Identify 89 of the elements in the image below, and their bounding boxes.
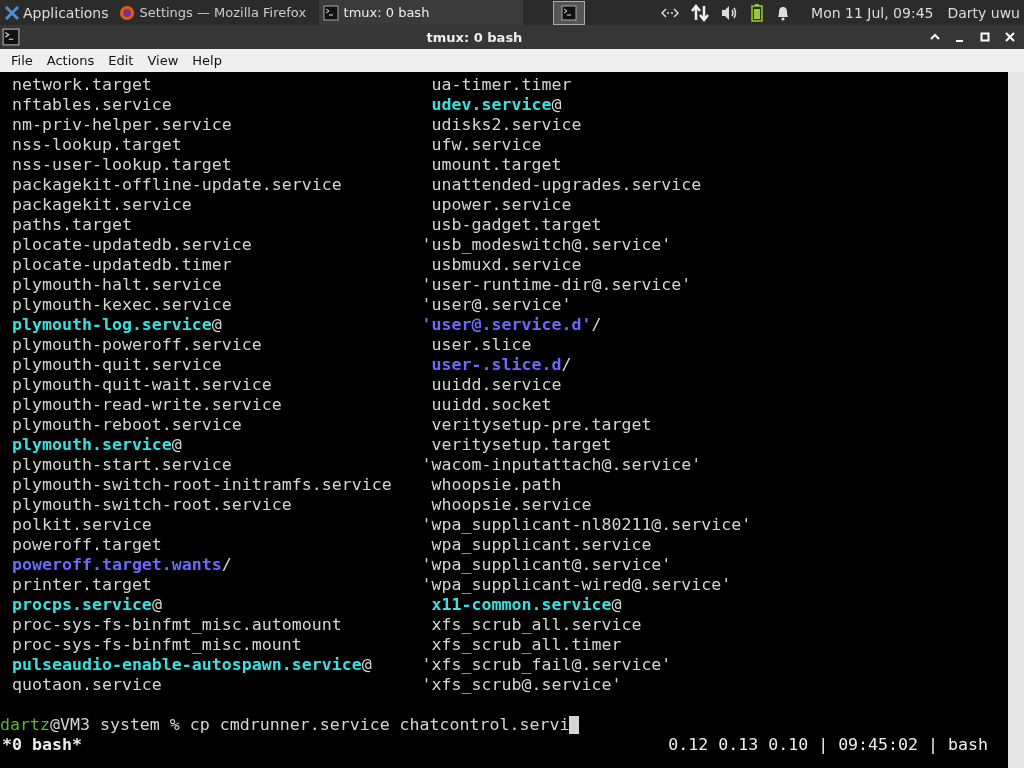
file-entry: quotaon.service	[12, 675, 163, 695]
file-entry: udev.service@	[430, 95, 563, 115]
file-entry: usbmuxd.service	[430, 255, 583, 275]
file-entry: plymouth-kexec.service	[12, 295, 233, 315]
tmux-status-info: 0.12 0.13 0.10 | 09:45:02 | bash	[668, 735, 988, 755]
maximize-icon[interactable]	[979, 31, 991, 43]
file-entry: wpa_supplicant.service	[430, 535, 653, 555]
battery-icon[interactable]	[751, 3, 764, 22]
file-entry: network.target	[12, 75, 153, 95]
file-entry: packagekit.service	[12, 195, 193, 215]
file-entry: plymouth-start.service	[12, 455, 233, 475]
user-menu[interactable]: Darty uwu	[947, 4, 1020, 21]
file-entry: upower.service	[430, 195, 573, 215]
file-entry: plocate-updatedb.service	[12, 235, 253, 255]
file-entry: plymouth-switch-root.service	[12, 495, 293, 515]
scrollbar[interactable]	[1008, 72, 1024, 768]
file-entry: packagekit-offline-update.service	[12, 175, 343, 195]
file-entry: plymouth-log.service@	[12, 315, 223, 335]
menu-item[interactable]: Help	[187, 51, 227, 70]
file-entry: xfs_scrub_all.timer	[430, 635, 623, 655]
file-entry: proc-sys-fs-binfmt_misc.mount	[12, 635, 303, 655]
file-entry: 'user-runtime-dir@.service'	[421, 275, 693, 295]
file-entry: veritysetup-pre.target	[430, 415, 653, 435]
file-entry: nftables.service	[12, 95, 173, 115]
file-entry: 'user@.service'	[421, 295, 573, 315]
menu-item[interactable]: Actions	[41, 51, 100, 70]
file-entry: paths.target	[12, 215, 133, 235]
file-entry: whoopsie.path	[430, 475, 563, 495]
file-entry: procps.service@	[12, 595, 163, 615]
file-entry: unattended-upgrades.service	[430, 175, 703, 195]
file-entry: nm-priv-helper.service	[12, 115, 233, 135]
file-entry: 'wpa_supplicant@.service'	[421, 555, 673, 575]
file-entry: 'wpa_supplicant-wired@.service'	[421, 575, 733, 595]
xfce-logo-icon	[4, 4, 20, 21]
file-entry: whoopsie.service	[430, 495, 593, 515]
file-entry: plocate-updatedb.timer	[12, 255, 233, 275]
file-entry: poweroff.target.wants/	[12, 555, 233, 575]
file-entry: nss-user-lookup.target	[12, 155, 233, 175]
menu-item[interactable]: Edit	[103, 51, 139, 70]
command-line: dartz@VM3 system % cp cmdrunner.service chatcontrol.servi	[0, 715, 570, 735]
close-icon[interactable]	[1004, 31, 1016, 43]
file-entry: 'xfs_scrub_fail@.service'	[421, 655, 673, 675]
file-entry: 'wacom-inputattach@.service'	[421, 455, 703, 475]
terminal-icon	[2, 28, 20, 46]
file-entry: udisks2.service	[430, 115, 583, 135]
file-entry: umount.target	[430, 155, 563, 175]
workspace-switcher[interactable]	[552, 0, 585, 25]
browser-icon	[118, 4, 135, 21]
cursor	[569, 716, 580, 734]
file-entry: plymouth-reboot.service	[12, 415, 243, 435]
file-entry: proc-sys-fs-binfmt_misc.automount	[12, 615, 343, 635]
file-entry: x11-common.service@	[430, 595, 623, 615]
file-entry: user.slice	[430, 335, 533, 355]
applications-menu[interactable]: Applications	[0, 0, 115, 25]
file-entry: 'wpa_supplicant-nl80211@.service'	[421, 515, 753, 535]
network-icon[interactable]	[661, 5, 680, 20]
file-entry: plymouth-quit.service	[12, 355, 223, 375]
file-entry: ua-timer.timer	[430, 75, 573, 95]
file-entry: poweroff.target	[12, 535, 163, 555]
file-entry: plymouth-read-write.service	[12, 395, 283, 415]
file-entry: plymouth.service@	[12, 435, 183, 455]
file-entry: veritysetup.target	[430, 435, 613, 455]
terminal-icon	[560, 4, 577, 21]
file-entry: uuidd.service	[430, 375, 563, 395]
file-entry: 'user@.service.d'/	[421, 315, 603, 335]
file-entry: xfs_scrub_all.service	[430, 615, 643, 635]
file-entry: user-.slice.d/	[430, 355, 573, 375]
terminal-icon	[322, 4, 339, 21]
file-entry: usb-gadget.target	[430, 215, 603, 235]
file-entry: 'xfs_scrub@.service'	[421, 675, 623, 695]
file-entry: printer.target	[12, 575, 153, 595]
menu-item[interactable]: File	[6, 51, 38, 70]
window-title: tmux: 0 bash	[425, 29, 524, 45]
taskbar-button[interactable]: Settings — Mozilla Firefox	[114, 0, 319, 25]
file-entry: uuidd.socket	[430, 395, 553, 415]
clock[interactable]: Mon 11 Jul, 09:45	[811, 4, 934, 21]
file-entry: nss-lookup.target	[12, 135, 183, 155]
file-entry: plymouth-poweroff.service	[12, 335, 263, 355]
file-entry: ufw.service	[430, 135, 543, 155]
transfer-icon[interactable]	[691, 3, 710, 22]
file-entry: pulseaudio-enable-autospawn.service@	[12, 655, 373, 675]
file-entry: polkit.service	[12, 515, 153, 535]
taskbar-button[interactable]: tmux: 0 bash	[318, 0, 523, 25]
file-entry: plymouth-halt.service	[12, 275, 223, 295]
file-entry: plymouth-switch-root-initramfs.service	[12, 475, 393, 495]
menu-item[interactable]: View	[142, 51, 184, 70]
file-entry: plymouth-quit-wait.service	[12, 375, 273, 395]
file-entry: 'usb_modeswitch@.service'	[421, 235, 673, 255]
tmux-window-label: *0 bash*	[2, 735, 82, 755]
